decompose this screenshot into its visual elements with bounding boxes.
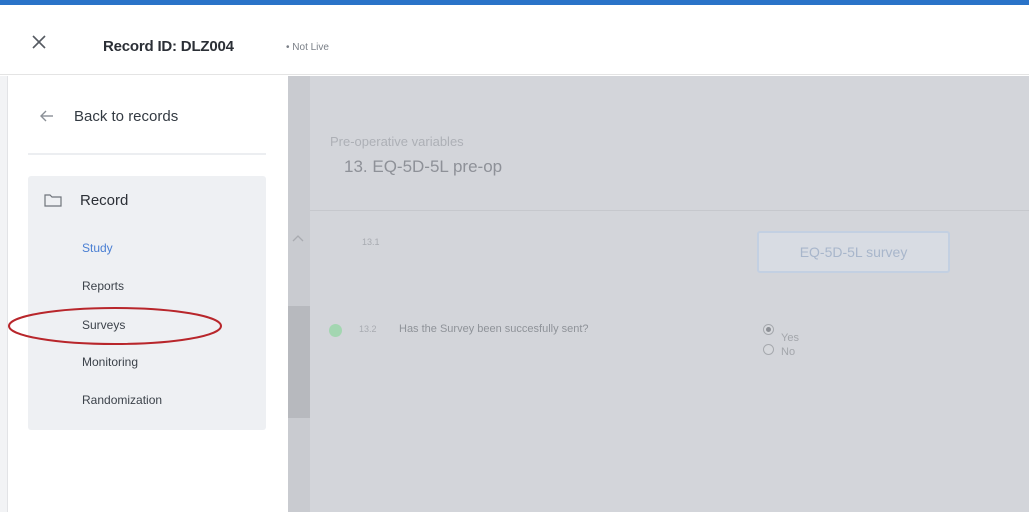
radio-yes[interactable] [763, 324, 774, 335]
sidebar-item-monitoring[interactable]: Monitoring [82, 355, 138, 369]
section-kicker: Pre-operative variables [330, 134, 464, 149]
arrow-left-icon [40, 110, 53, 122]
radio-no-label: No [781, 346, 796, 358]
folder-icon [44, 194, 62, 207]
chevron-up-icon[interactable] [291, 232, 305, 244]
sidebar-scroll-track [288, 76, 310, 512]
close-button[interactable] [28, 31, 50, 53]
record-section-label: Record [80, 191, 129, 209]
sidebar-scrollbar-thumb[interactable] [288, 306, 310, 418]
sidebar-divider [28, 153, 266, 155]
sidebar-item-reports[interactable]: Reports [82, 279, 124, 293]
question-number-13-2: 13.2 [359, 324, 377, 334]
question-text-13-2: Has the Survey been succesfully sent? [399, 323, 589, 335]
live-status-label: • Not Live [286, 42, 329, 53]
sidebar-item-surveys[interactable]: Surveys [82, 318, 125, 332]
record-nav-panel [28, 176, 266, 430]
content-divider [310, 210, 1029, 211]
top-bar: Record ID: DLZ004 • Not Live [0, 5, 1029, 75]
back-to-records-link[interactable]: Back to records [40, 106, 178, 126]
record-id-title: Record ID: DLZ004 [103, 38, 234, 55]
question-number-13-1: 13.1 [362, 237, 380, 247]
sidebar-item-study[interactable]: Study [82, 241, 113, 255]
sidebar-item-randomization[interactable]: Randomization [82, 393, 162, 407]
left-edge-strip [0, 76, 8, 512]
record-section-header[interactable]: Record [44, 190, 128, 210]
back-to-records-label: Back to records [74, 107, 179, 125]
radio-yes-label: Yes [781, 332, 799, 344]
question-status-dot [329, 324, 342, 337]
section-title: 13. EQ-5D-5L pre-op [344, 157, 503, 176]
eq-5d-5l-survey-button[interactable]: EQ-5D-5L survey [757, 231, 950, 273]
radio-no[interactable] [763, 344, 774, 355]
close-icon [32, 35, 46, 49]
